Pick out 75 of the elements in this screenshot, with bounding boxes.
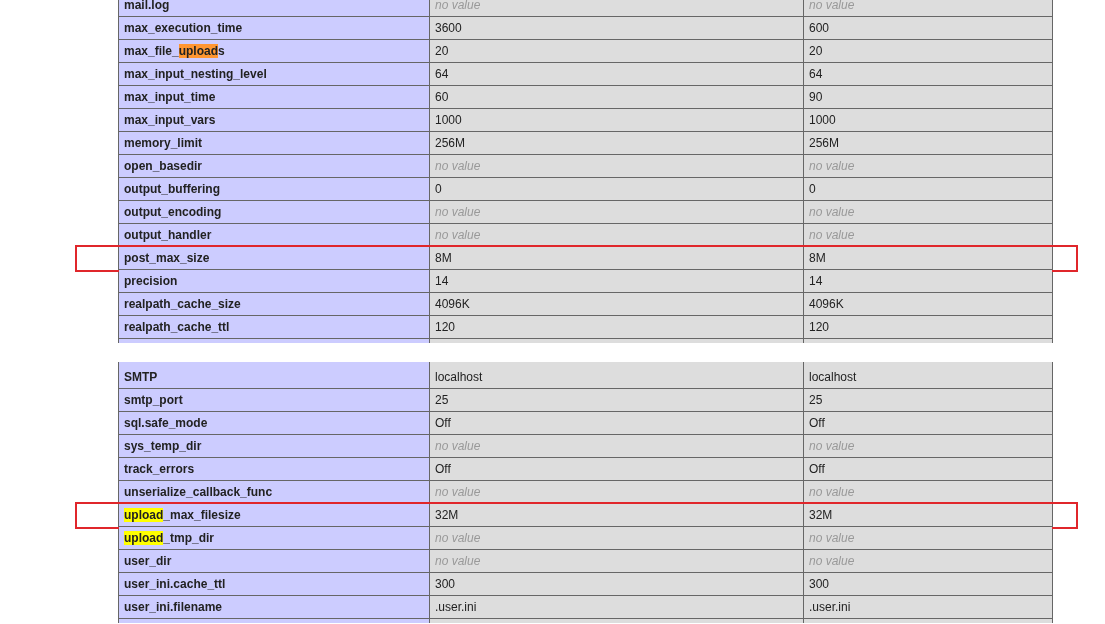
value-cell: 60 xyxy=(430,86,804,108)
directive-name-cell: output_buffering xyxy=(119,178,430,200)
value-cell: 20 xyxy=(430,40,804,62)
value-cell: 0 xyxy=(430,178,804,200)
directive-name-cell: user_ini.filename xyxy=(119,596,430,618)
empty-value-cell: no value xyxy=(804,481,1052,503)
value-cell: 32M xyxy=(804,504,1052,526)
empty-value-cell: no value xyxy=(804,155,1052,177)
empty-value-cell: no value xyxy=(804,435,1052,457)
directive-name-cell: user_dir xyxy=(119,550,430,572)
empty-value-cell: no value xyxy=(430,527,804,549)
directive-name-cell: unserialize_callback_func xyxy=(119,481,430,503)
empty-value-cell: no value xyxy=(430,155,804,177)
directive-name-cell: smtp_port xyxy=(119,389,430,411)
empty-value-cell: no value xyxy=(430,435,804,457)
value-cell: 4096K xyxy=(430,293,804,315)
value-cell: 32M xyxy=(430,504,804,526)
value-cell: 64 xyxy=(430,63,804,85)
empty-value-cell: no value xyxy=(430,224,804,246)
value-cell: 3600 xyxy=(430,17,804,39)
empty-value-cell: no value xyxy=(804,527,1052,549)
value-cell: .user.ini xyxy=(430,596,804,618)
value-cell: 256M xyxy=(430,132,804,154)
empty-value-cell: no value xyxy=(430,201,804,223)
value-cell: 1000 xyxy=(804,109,1052,131)
value-cell: 0 xyxy=(804,178,1052,200)
value-cell: localhost xyxy=(804,366,1052,388)
value-cell: 120 xyxy=(804,316,1052,338)
directive-name-cell: max_input_vars xyxy=(119,109,430,131)
directive-name-cell: SMTP xyxy=(119,366,430,388)
value-cell: 25 xyxy=(804,389,1052,411)
value-cell: Off xyxy=(804,458,1052,480)
value-cell: 90 xyxy=(804,86,1052,108)
directive-name-cell: realpath_cache_size xyxy=(119,293,430,315)
empty-value-cell: no value xyxy=(804,0,1052,16)
value-cell: 4096K xyxy=(804,293,1052,315)
value-cell: 64 xyxy=(804,63,1052,85)
value-cell: 1000 xyxy=(430,109,804,131)
value-cell: 8M xyxy=(430,247,804,269)
empty-value-cell: no value xyxy=(430,481,804,503)
directive-name-cell: post_max_size xyxy=(119,247,430,269)
directive-name-cell: memory_limit xyxy=(119,132,430,154)
directive-name-cell: track_errors xyxy=(119,458,430,480)
directive-name-cell: max_input_time xyxy=(119,86,430,108)
value-cell: 8M xyxy=(804,247,1052,269)
value-cell: 300 xyxy=(430,573,804,595)
value-cell: Off xyxy=(430,412,804,434)
value-cell: 14 xyxy=(430,270,804,292)
empty-value-cell: no value xyxy=(430,550,804,572)
value-cell: 20 xyxy=(804,40,1052,62)
empty-value-cell: no value xyxy=(804,224,1052,246)
value-cell: Off xyxy=(430,458,804,480)
directive-name-cell: realpath_cache_ttl xyxy=(119,316,430,338)
value-cell: 25 xyxy=(430,389,804,411)
directive-name-cell: max_input_nesting_level xyxy=(119,63,430,85)
value-cell: .user.ini xyxy=(804,596,1052,618)
directive-name-cell: sql.safe_mode xyxy=(119,412,430,434)
value-cell: 300 xyxy=(804,573,1052,595)
directive-name-cell: open_basedir xyxy=(119,155,430,177)
directive-name-cell: precision xyxy=(119,270,430,292)
value-cell: Off xyxy=(804,412,1052,434)
empty-value-cell: no value xyxy=(804,550,1052,572)
directive-name-cell: user_ini.cache_ttl xyxy=(119,573,430,595)
value-cell: 120 xyxy=(430,316,804,338)
directive-name-cell: max_execution_time xyxy=(119,17,430,39)
empty-value-cell: no value xyxy=(430,0,804,16)
directive-name-cell: mail.log xyxy=(119,0,430,16)
empty-value-cell: no value xyxy=(804,201,1052,223)
directive-name-cell: output_handler xyxy=(119,224,430,246)
value-cell: 256M xyxy=(804,132,1052,154)
directive-name-cell: sys_temp_dir xyxy=(119,435,430,457)
directive-name-cell: output_encoding xyxy=(119,201,430,223)
value-cell: 14 xyxy=(804,270,1052,292)
value-cell: localhost xyxy=(430,366,804,388)
value-cell: 600 xyxy=(804,17,1052,39)
